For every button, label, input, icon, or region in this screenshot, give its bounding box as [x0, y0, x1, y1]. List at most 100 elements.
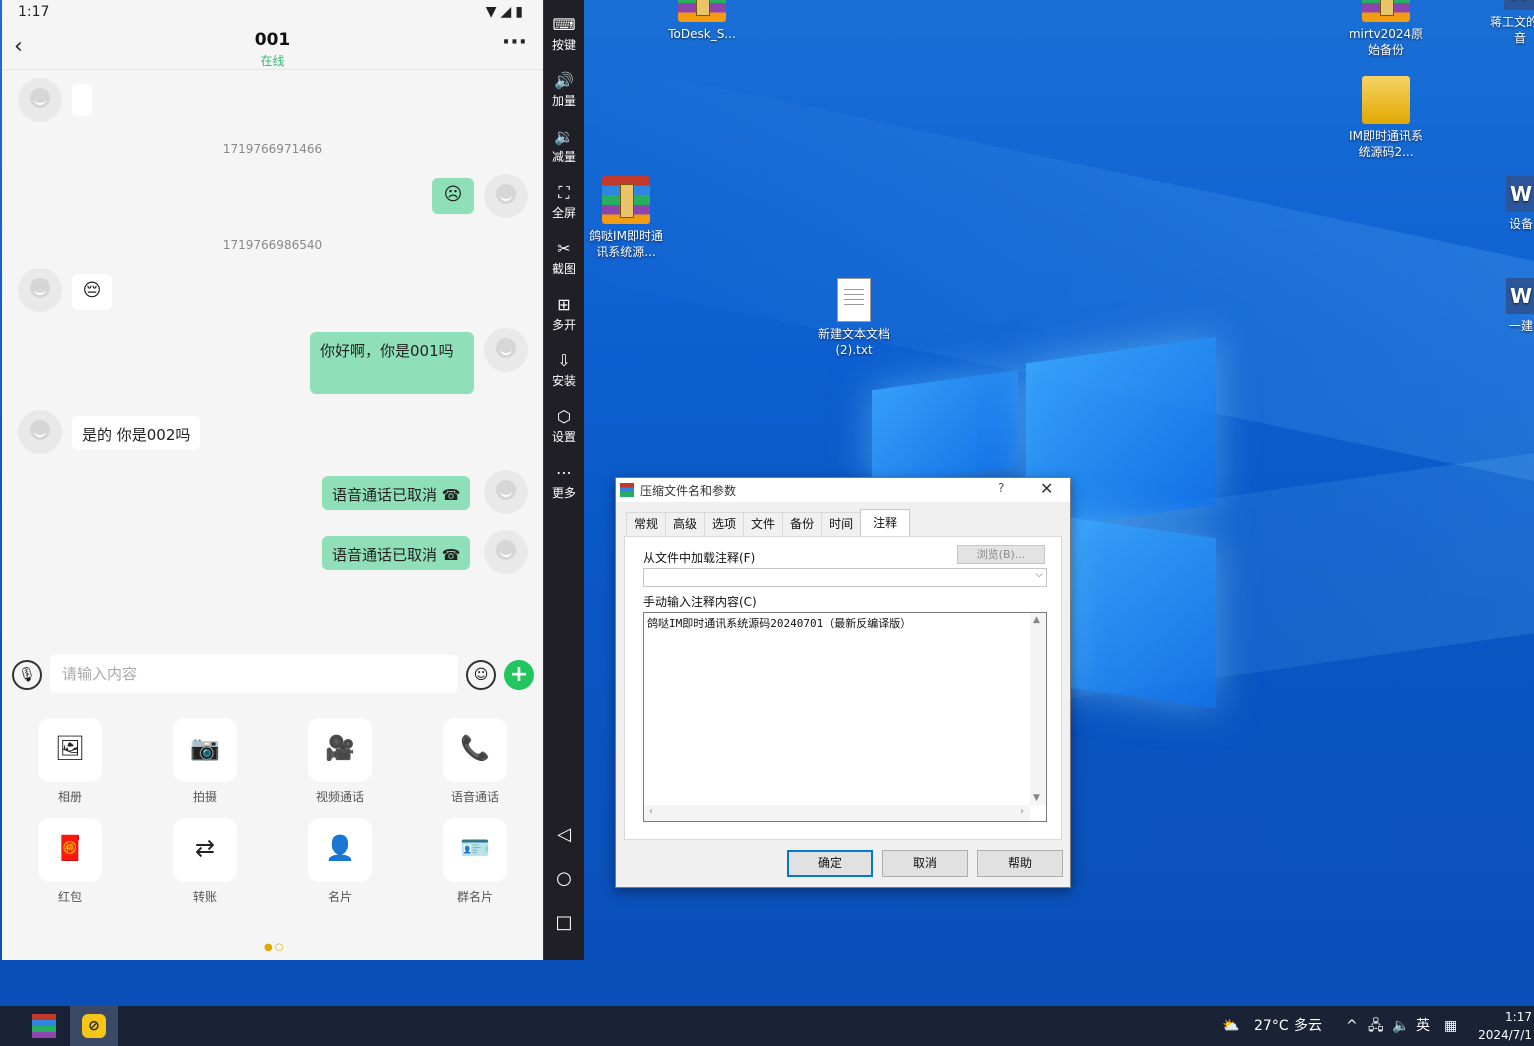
action-video-call[interactable]: 🎥 视频通话	[290, 718, 390, 805]
desktop-icon-new-text[interactable]: 新建文本文档(2).txt	[812, 278, 896, 358]
tab-comment[interactable]: 注释	[860, 509, 911, 536]
help-icon[interactable]: ?	[998, 481, 1004, 495]
toolbar-volume-up[interactable]: 🔊 加量	[544, 70, 584, 109]
weather-icon[interactable]: ⛅	[1222, 1006, 1239, 1046]
windows-logo-pane	[872, 369, 1018, 487]
tab-general[interactable]: 常规	[626, 512, 667, 536]
more-icon[interactable]: ···	[502, 30, 527, 55]
scroll-down-icon[interactable]: ▼	[1033, 793, 1040, 803]
toolbar-multi-instance[interactable]: ⊞ 多开	[544, 294, 584, 333]
toolbar-volume-down[interactable]: 🔉 减量	[544, 126, 584, 165]
message-bubble: 是的 你是002吗	[72, 416, 201, 450]
network-icon[interactable]: 🖧	[1368, 1006, 1384, 1046]
tab-options[interactable]: 选项	[704, 512, 745, 536]
avatar[interactable]	[484, 470, 528, 514]
toolbar-screenshot[interactable]: ✂ 截图	[544, 238, 584, 277]
desktop-icon-mirtv[interactable]: mirtv2024原始备份	[1344, 0, 1428, 58]
plus-icon[interactable]: +	[504, 660, 534, 690]
nav-home-icon[interactable]: ○	[544, 868, 584, 889]
avatar[interactable]	[18, 410, 62, 454]
archive-dialog: 压缩文件名和参数 ? ✕ 常规 高级 选项 文件 备份 时间 注释 从文件中加载…	[615, 477, 1071, 888]
archive-icon	[1362, 0, 1410, 22]
avatar[interactable]	[484, 530, 528, 574]
action-voice-call[interactable]: 📞 语音通话	[425, 718, 525, 805]
video-icon: 🎥	[308, 718, 372, 782]
avatar[interactable]	[18, 78, 62, 122]
toolbar-keys[interactable]: ⌨ 按键	[544, 14, 584, 53]
scroll-right-icon[interactable]: ›	[1020, 806, 1024, 817]
horizontal-scrollbar[interactable]: ‹ ›	[644, 805, 1030, 821]
comment-textarea[interactable]: 鸽哒IM即时通讯系统源码20240701（最新反编译版） ▲ ▼ ‹ ›	[643, 612, 1047, 822]
clock-date: 2024/7/1	[1478, 1028, 1532, 1042]
avatar[interactable]	[484, 328, 528, 372]
emoji-icon[interactable]: ☺	[466, 660, 496, 690]
archive-icon	[602, 176, 650, 224]
chevron-up-icon[interactable]: ^	[1346, 1006, 1358, 1046]
scroll-left-icon[interactable]: ‹	[649, 806, 653, 817]
windows-logo-pane	[1070, 517, 1216, 709]
more-icon: ⋯	[556, 463, 572, 482]
dialog-titlebar[interactable]: 压缩文件名和参数 ? ✕	[616, 478, 1070, 502]
clock[interactable]: 1:17 2024/7/1	[1470, 1008, 1532, 1044]
desktop-icon-douyin[interactable]: W 蒋工文的抖音	[1490, 0, 1534, 46]
tab-advanced[interactable]: 高级	[665, 512, 706, 536]
toolbar-more[interactable]: ⋯ 更多	[544, 462, 584, 501]
action-group-card[interactable]: 🪪 群名片	[425, 818, 525, 905]
action-red-packet[interactable]: 🧧 红包	[20, 818, 120, 905]
input-mode-icon[interactable]: ▦	[1444, 1006, 1457, 1046]
load-comment-label: 从文件中加载注释(F)	[643, 551, 756, 565]
comment-file-combo[interactable]: ⌵	[643, 568, 1047, 587]
contact-card-icon: 👤	[308, 818, 372, 882]
clock-time: 1:17	[1505, 1010, 1532, 1024]
action-album[interactable]: 🖼 相册	[20, 718, 120, 805]
desktop-icon-device[interactable]: W 设备	[1506, 176, 1534, 232]
add-window-icon: ⊞	[557, 295, 571, 314]
toolbar-settings[interactable]: ⬡ 设置	[544, 406, 584, 445]
message-input[interactable]: 请输入内容	[50, 655, 458, 693]
document-icon: W	[1506, 278, 1534, 314]
toolbar-fullscreen[interactable]: ⛶ 全屏	[544, 182, 584, 221]
tab-files[interactable]: 文件	[743, 512, 784, 536]
desktop-icon-todesk[interactable]: ToDesk_S...	[660, 0, 744, 42]
weather-desc[interactable]: 多云	[1294, 1006, 1322, 1046]
weather-temp[interactable]: 27°C	[1254, 1006, 1289, 1046]
help-button[interactable]: 帮助	[977, 850, 1063, 877]
nav-back-icon[interactable]: ◁	[544, 824, 584, 845]
comment-panel: 从文件中加载注释(F) 浏览(B)... ⌵ 手动输入注释内容(C) 鸽哒IM即…	[624, 536, 1062, 840]
action-camera[interactable]: 📷 拍摄	[155, 718, 255, 805]
text-file-icon	[837, 278, 871, 322]
browse-button[interactable]: 浏览(B)...	[957, 545, 1045, 564]
nav-recents-icon[interactable]: □	[544, 912, 584, 933]
tab-time[interactable]: 时间	[821, 512, 862, 536]
avatar[interactable]	[484, 174, 528, 218]
action-transfer[interactable]: ⇄ 转账	[155, 818, 255, 905]
folder-icon	[1362, 76, 1410, 124]
message-bubble: 语音通话已取消 ☎	[322, 536, 471, 570]
scroll-up-icon[interactable]: ▲	[1033, 615, 1040, 625]
document-icon: W	[1504, 0, 1534, 10]
todesk-icon: ⊘	[82, 1014, 106, 1038]
document-icon: W	[1506, 176, 1534, 212]
volume-down-icon: 🔉	[554, 127, 574, 146]
ok-button[interactable]: 确定	[787, 850, 873, 877]
desktop-icon-yijian[interactable]: W 一建	[1506, 278, 1534, 334]
taskbar-winrar[interactable]	[20, 1006, 68, 1046]
image-icon: 🖼	[38, 718, 102, 782]
volume-icon[interactable]: 🔈	[1392, 1006, 1409, 1046]
cancel-button[interactable]: 取消	[882, 850, 968, 877]
vertical-scrollbar[interactable]: ▲ ▼	[1030, 613, 1046, 805]
taskbar-todesk[interactable]: ⊘	[70, 1006, 118, 1046]
timestamp: 1719766986540	[222, 238, 323, 252]
action-contact-card[interactable]: 👤 名片	[290, 818, 390, 905]
ime-indicator[interactable]: 英	[1416, 1006, 1430, 1046]
timestamp: 1719766971466	[222, 142, 323, 156]
close-icon[interactable]: ✕	[1040, 479, 1053, 498]
desktop-icon-im-archive[interactable]: 鸽哒IM即时通讯系统源...	[584, 176, 668, 260]
microphone-icon[interactable]: 🎙	[12, 660, 42, 690]
winrar-icon	[32, 1014, 56, 1038]
avatar[interactable]	[18, 268, 62, 312]
desktop-icon-im-source-folder[interactable]: IM即时通讯系统源码2...	[1344, 76, 1428, 160]
transfer-icon: ⇄	[173, 818, 237, 882]
toolbar-install[interactable]: ⇩ 安装	[544, 350, 584, 389]
tab-backup[interactable]: 备份	[782, 512, 823, 536]
